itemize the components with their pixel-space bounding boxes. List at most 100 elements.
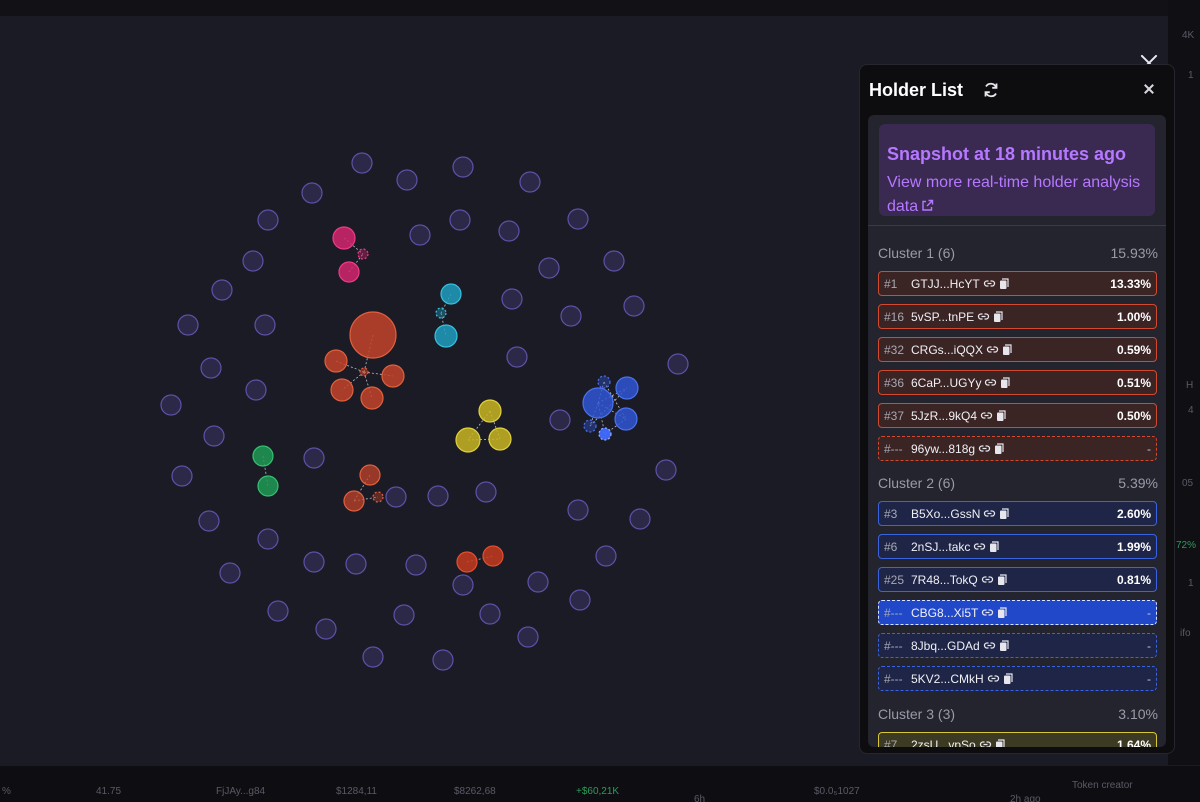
cluster-2-bubble[interactable] [615, 376, 639, 400]
cluster-1-bubble[interactable] [360, 386, 384, 410]
holder-row[interactable]: #32 CRGs...iQQX 0.59% [878, 337, 1157, 362]
wallet-bubble[interactable] [603, 250, 625, 272]
wallet-bubble[interactable] [452, 156, 474, 178]
cluster-1-bubble[interactable] [324, 349, 348, 373]
wallet-bubble[interactable] [203, 425, 225, 447]
wallet-bubble[interactable] [315, 618, 337, 640]
holder-row[interactable]: #--- CBG8...Xi5T - [878, 600, 1157, 625]
wallet-bubble[interactable] [385, 486, 407, 508]
wallet-bubble[interactable] [160, 394, 182, 416]
wallet-bubble[interactable] [345, 553, 367, 575]
magenta-cluster-bubble[interactable] [338, 261, 360, 283]
link-icon[interactable] [981, 573, 994, 586]
cyan-cluster-bubble[interactable] [440, 283, 462, 305]
wallet-bubble[interactable] [301, 182, 323, 204]
wallet-bubble[interactable] [257, 528, 279, 550]
cluster-1-bubble[interactable] [330, 378, 354, 402]
wallet-bubble[interactable] [198, 510, 220, 532]
cluster-2-bubble[interactable] [597, 375, 611, 389]
realtime-analysis-link[interactable]: View more real-time holder analysis data [887, 171, 1147, 219]
holder-row[interactable]: #1 GTJJ...HcYT 13.33% [878, 271, 1157, 296]
holder-row[interactable]: #7 2zsU...vpSo 1.64% [878, 732, 1157, 747]
link-icon[interactable] [977, 310, 990, 323]
holder-row[interactable]: #--- 5KV2...CMkH - [878, 666, 1157, 691]
holder-address[interactable]: CRGs...iQQX [911, 343, 1012, 357]
cluster-header[interactable]: Cluster 2 (6) 5.39% [878, 475, 1158, 495]
holder-address[interactable]: 6CaP...UGYy [911, 376, 1011, 390]
wallet-bubble[interactable] [498, 220, 520, 242]
wallet-bubble[interactable] [452, 574, 474, 596]
cluster-2-bubble[interactable] [583, 419, 597, 433]
red-pair-bubble[interactable] [482, 545, 504, 567]
copy-icon[interactable] [999, 640, 1009, 652]
wallet-bubble[interactable] [245, 379, 267, 401]
wallet-bubble[interactable] [569, 589, 591, 611]
holder-row[interactable]: #36 6CaP...UGYy 0.51% [878, 370, 1157, 395]
cluster-1-bubble[interactable] [359, 367, 369, 377]
wallet-bubble[interactable] [623, 295, 645, 317]
wallet-bubble[interactable] [517, 626, 539, 648]
green-cluster-bubble[interactable] [257, 475, 279, 497]
holder-address[interactable]: 2zsU...vpSo [911, 738, 1005, 747]
wallet-bubble[interactable] [595, 545, 617, 567]
wallet-bubble[interactable] [479, 603, 501, 625]
link-icon[interactable] [986, 343, 999, 356]
holder-address[interactable]: CBG8...Xi5T [911, 606, 1007, 620]
holder-list[interactable]: Snapshot at 18 minutes ago View more rea… [868, 115, 1166, 747]
wallet-bubble[interactable] [171, 465, 193, 487]
wallet-bubble[interactable] [432, 649, 454, 671]
holder-row[interactable]: #37 5JzR...9kQ4 0.50% [878, 403, 1157, 428]
copy-icon[interactable] [997, 607, 1007, 619]
wallet-bubble[interactable] [303, 447, 325, 469]
red-pair-bubble[interactable] [456, 551, 478, 573]
holder-address[interactable]: 8Jbq...GDAd [911, 639, 1009, 653]
cyan-cluster-bubble[interactable] [435, 307, 447, 319]
panel-close-icon[interactable] [1141, 81, 1157, 97]
refresh-icon[interactable] [982, 81, 1000, 99]
link-icon[interactable] [973, 540, 986, 553]
magenta-cluster-bubble[interactable] [332, 226, 356, 250]
cluster-3-bubble[interactable] [488, 427, 512, 451]
link-icon[interactable] [981, 606, 994, 619]
green-cluster-bubble[interactable] [252, 445, 274, 467]
cyan-cluster-bubble[interactable] [434, 324, 458, 348]
orange-cluster-bubble[interactable] [343, 490, 365, 512]
wallet-bubble[interactable] [257, 209, 279, 231]
holder-address[interactable]: 7R48...TokQ [911, 573, 1007, 587]
link-icon[interactable] [987, 672, 1000, 685]
cluster-header[interactable]: Cluster 3 (3) 3.10% [878, 706, 1158, 726]
wallet-bubble[interactable] [267, 600, 289, 622]
wallet-bubble[interactable] [549, 409, 571, 431]
cluster-3-bubble[interactable] [478, 399, 502, 423]
holder-address[interactable]: 5KV2...CMkH [911, 672, 1013, 686]
holder-address[interactable]: 2nSJ...takc [911, 540, 999, 554]
holder-address[interactable]: 5vSP...tnPE [911, 310, 1003, 324]
copy-icon[interactable] [999, 278, 1009, 290]
cluster-2-bubble[interactable] [614, 407, 638, 431]
wallet-bubble[interactable] [629, 508, 651, 530]
magenta-cluster-bubble[interactable] [357, 248, 369, 260]
link-icon[interactable] [984, 376, 997, 389]
wallet-bubble[interactable] [409, 224, 431, 246]
wallet-bubble[interactable] [506, 346, 528, 368]
wallet-bubble[interactable] [242, 250, 264, 272]
cluster-header[interactable]: Cluster 1 (6) 15.93% [878, 245, 1158, 265]
orange-cluster-bubble[interactable] [359, 464, 381, 486]
copy-icon[interactable] [999, 508, 1009, 520]
wallet-bubble[interactable] [501, 288, 523, 310]
wallet-bubble[interactable] [254, 314, 276, 336]
wallet-bubble[interactable] [351, 152, 373, 174]
link-icon[interactable] [978, 442, 991, 455]
holder-address[interactable]: B5Xo...GssN [911, 507, 1009, 521]
wallet-bubble[interactable] [667, 353, 689, 375]
holder-row[interactable]: #6 2nSJ...takc 1.99% [878, 534, 1157, 559]
wallet-bubble[interactable] [449, 209, 471, 231]
holder-row[interactable]: #--- 96yw...818g - [878, 436, 1157, 461]
wallet-bubble[interactable] [303, 551, 325, 573]
wallet-bubble[interactable] [405, 554, 427, 576]
copy-icon[interactable] [989, 541, 999, 553]
cluster-2-bubble-selected[interactable] [598, 427, 612, 441]
wallet-bubble[interactable] [362, 646, 384, 668]
wallet-bubble[interactable] [538, 257, 560, 279]
holder-row[interactable]: #25 7R48...TokQ 0.81% [878, 567, 1157, 592]
